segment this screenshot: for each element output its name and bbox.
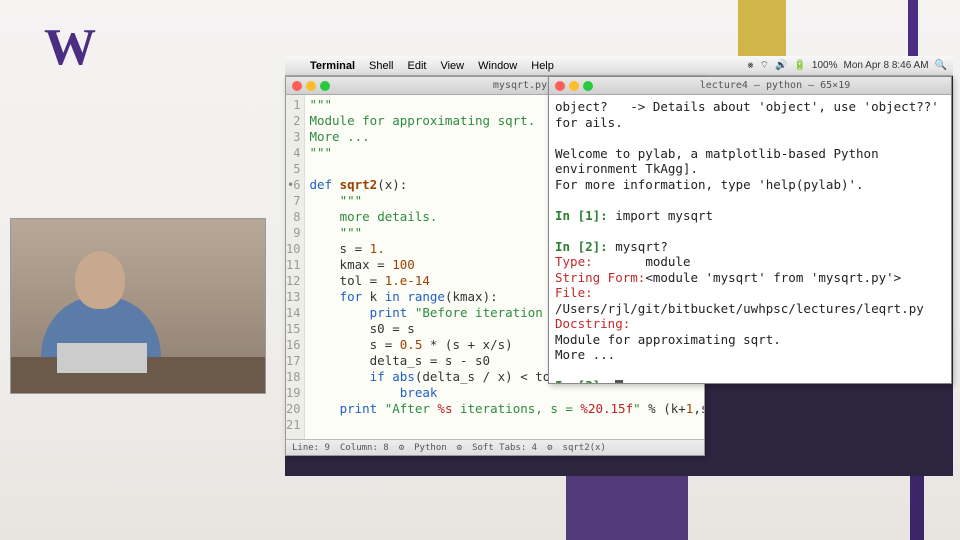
- volume-icon[interactable]: 🔊: [775, 60, 787, 71]
- terminal-body[interactable]: object? -> Details about 'object', use '…: [549, 95, 951, 383]
- menubar-item-help[interactable]: Help: [524, 60, 561, 72]
- uw-logo: W: [44, 18, 96, 77]
- minimize-icon[interactable]: [569, 81, 579, 91]
- status-lang[interactable]: Python: [414, 443, 447, 453]
- editor-statusbar: Line: 9 Column: 8 ⚙ Python ⚙ Soft Tabs: …: [286, 439, 704, 455]
- terminal-title-text: lecture4 — python — 65×19: [700, 80, 851, 91]
- wifi-icon[interactable]: ⌔: [760, 59, 769, 72]
- bluetooth-icon[interactable]: ⨳: [747, 60, 753, 71]
- zoom-icon[interactable]: [320, 81, 330, 91]
- terminal-titlebar[interactable]: lecture4 — python — 65×19: [549, 77, 951, 95]
- menubar-datetime: Mon Apr 8 8:46 AM: [843, 60, 928, 71]
- decor-purple-bar-top: [908, 0, 918, 60]
- spotlight-icon[interactable]: 🔍: [935, 60, 947, 71]
- editor-filename: mysqrt.py: [493, 80, 547, 91]
- code-line[interactable]: break: [309, 385, 704, 401]
- code-line[interactable]: [309, 417, 704, 433]
- menubar-item-edit[interactable]: Edit: [401, 60, 434, 72]
- status-col: Column: 8: [340, 443, 389, 453]
- status-symbol[interactable]: sqrt2(x): [563, 443, 606, 453]
- menubar-app[interactable]: Terminal: [303, 60, 362, 72]
- presenter-video: [10, 218, 266, 394]
- minimize-icon[interactable]: [306, 81, 316, 91]
- terminal-cursor: [615, 380, 623, 384]
- status-tabs[interactable]: Soft Tabs: 4: [472, 443, 537, 453]
- mac-menubar: Terminal ShellEditViewWindowHelp ⨳ ⌔ 🔊 🔋…: [285, 56, 953, 76]
- battery-text: 100%: [812, 60, 838, 71]
- menubar-item-window[interactable]: Window: [471, 60, 524, 72]
- close-icon[interactable]: [292, 81, 302, 91]
- terminal-window: lecture4 — python — 65×19 object? -> Det…: [548, 76, 952, 384]
- zoom-icon[interactable]: [583, 81, 593, 91]
- editor-gutter: 123456789101112131415161718192021: [286, 95, 305, 439]
- menubar-item-shell[interactable]: Shell: [362, 60, 400, 72]
- code-line[interactable]: print "After %s iterations, s = %20.15f"…: [309, 401, 704, 417]
- battery-icon[interactable]: 🔋: [793, 60, 805, 71]
- status-line: Line: 9: [292, 443, 330, 453]
- decor-gold-block: [738, 0, 786, 56]
- menubar-item-view[interactable]: View: [433, 60, 471, 72]
- close-icon[interactable]: [555, 81, 565, 91]
